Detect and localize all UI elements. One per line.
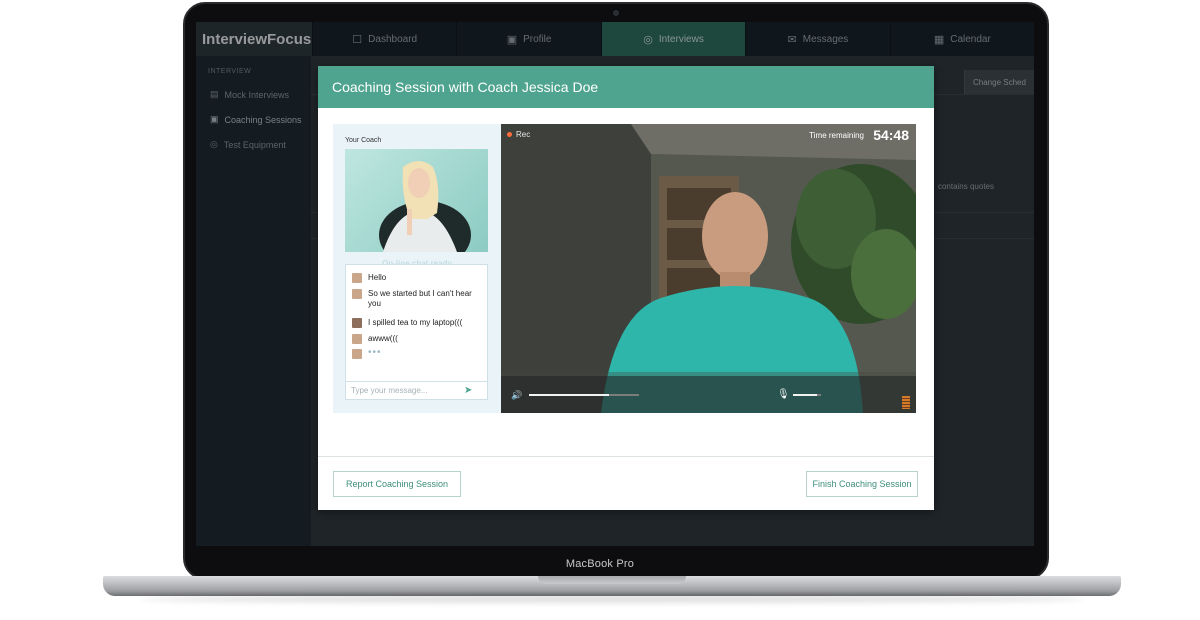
modal-footer: Report Coaching Session Finish Coaching …	[318, 456, 934, 510]
screen: InterviewFocus ☐ Dashboard ▣ Profile ◎ I…	[196, 22, 1034, 546]
send-icon[interactable]: ➤	[464, 385, 472, 396]
report-coaching-session-button[interactable]: Report Coaching Session	[333, 471, 461, 497]
rec-label: Rec	[516, 130, 531, 139]
signal-strength-icon	[902, 396, 910, 409]
laptop-notch	[538, 576, 686, 584]
coach-label: Your Coach	[345, 137, 382, 144]
chat-message-text: So we started but I can't hear you	[368, 289, 472, 308]
chat-message-text: Hello	[368, 273, 387, 282]
chat-message: awww(((	[352, 334, 482, 344]
modal-body: Your Coach On-line chat ready Hello	[318, 108, 934, 456]
avatar	[352, 349, 362, 359]
chat-input-bar: ➤	[346, 381, 487, 399]
finish-coaching-session-button[interactable]: Finish Coaching Session	[806, 471, 918, 497]
coach-photo	[345, 149, 488, 252]
chat-box: Hello So we started but I can't hear you…	[345, 264, 488, 400]
record-dot-icon	[507, 132, 512, 137]
mic-level-slider[interactable]	[793, 394, 821, 396]
video-frame	[501, 124, 916, 413]
chat-message: So we started but I can't hear you	[352, 289, 482, 309]
video-feed: Rec Time remaining 54:48 🔊 🎙	[501, 124, 916, 413]
chat-message-input[interactable]	[346, 386, 464, 395]
mic-level-fill	[793, 394, 817, 396]
chat-message: I spilled tea to my laptop(((	[352, 318, 482, 328]
coaching-session-modal: Coaching Session with Coach Jessica Doe …	[318, 66, 934, 510]
time-remaining-value: 54:48	[873, 127, 909, 143]
volume-icon[interactable]: 🔊	[511, 390, 522, 401]
microphone-icon[interactable]: 🎙	[777, 389, 790, 400]
video-controls: 🔊 🎙	[501, 376, 916, 413]
volume-slider[interactable]	[529, 394, 639, 396]
chat-typing-indicator: •••	[352, 347, 482, 359]
time-remaining-label: Time remaining	[809, 131, 864, 140]
avatar	[352, 273, 362, 283]
typing-dots: •••	[368, 347, 382, 358]
avatar	[352, 318, 362, 328]
coach-panel: Your Coach On-line chat ready Hello	[333, 124, 501, 413]
chat-message: Hello	[352, 273, 482, 283]
chat-message-text: I spilled tea to my laptop(((	[368, 318, 463, 327]
avatar	[352, 334, 362, 344]
recording-indicator: Rec	[507, 130, 530, 139]
device-label: MacBook Pro	[565, 558, 635, 570]
volume-slider-fill	[529, 394, 610, 396]
chat-message-text: awww(((	[368, 334, 398, 343]
avatar	[352, 289, 362, 299]
laptop-shadow	[140, 595, 1084, 603]
webcam-dot	[613, 10, 619, 16]
modal-title: Coaching Session with Coach Jessica Doe	[318, 66, 934, 108]
